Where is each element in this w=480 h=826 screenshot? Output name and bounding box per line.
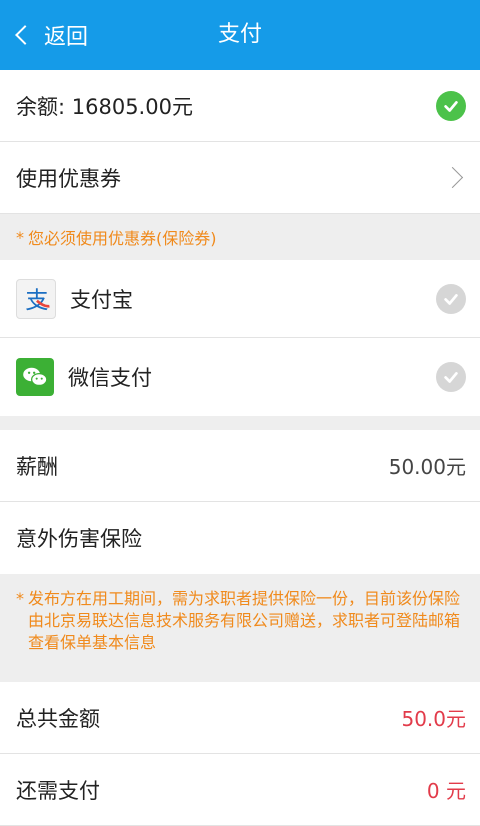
wechat-check-icon[interactable] [436, 362, 466, 392]
insurance-note-text: 发布方在用工期间，需为求职者提供保险一份，目前该份保险由北京易联达信息技术服务有… [28, 589, 461, 652]
section-gap [0, 416, 480, 430]
balance-row[interactable]: 余额: 16805.00元 [0, 70, 480, 142]
insurance-label: 意外伤害保险 [16, 527, 142, 551]
star-icon: * [16, 589, 24, 608]
balance-label: 余额: 16805.00元 [16, 94, 193, 119]
salary-row: 薪酬 50.00元 [0, 430, 480, 502]
total-row: 总共金额 50.0元 [0, 682, 480, 754]
wechat-icon [16, 358, 54, 396]
coupon-label: 使用优惠券 [16, 166, 121, 191]
coupon-note: * 您必须使用优惠券(保险券) [0, 214, 480, 260]
remaining-label: 还需支付 [16, 778, 100, 803]
total-value: 50.0元 [401, 707, 466, 731]
insurance-note: * 发布方在用工期间，需为求职者提供保险一份，目前该份保险由北京易联达信息技术服… [0, 574, 480, 682]
star-icon: * [16, 227, 24, 247]
top-bar: 返回 支付 [0, 0, 480, 70]
wechat-label: 微信支付 [68, 366, 152, 390]
chevron-right-icon [441, 166, 464, 189]
remaining-row: 还需支付 0 元 [0, 754, 480, 826]
alipay-check-icon[interactable] [436, 283, 466, 314]
salary-value: 50.00元 [388, 455, 466, 479]
total-label: 总共金额 [16, 706, 100, 731]
salary-label: 薪酬 [16, 454, 58, 479]
coupon-note-text: 您必须使用优惠券(保险券) [28, 229, 217, 248]
payment-method-alipay[interactable]: 支 支付宝 [0, 260, 480, 338]
alipay-icon: 支 [16, 278, 56, 319]
insurance-row: 意外伤害保险 [0, 502, 480, 574]
page-title: 支付 [217, 22, 262, 47]
coupon-row[interactable]: 使用优惠券 [0, 142, 480, 214]
svg-text:支: 支 [25, 286, 48, 313]
balance-check-icon[interactable] [436, 90, 466, 121]
alipay-label: 支付宝 [70, 287, 133, 312]
payment-method-wechat[interactable]: 微信支付 [0, 338, 480, 416]
